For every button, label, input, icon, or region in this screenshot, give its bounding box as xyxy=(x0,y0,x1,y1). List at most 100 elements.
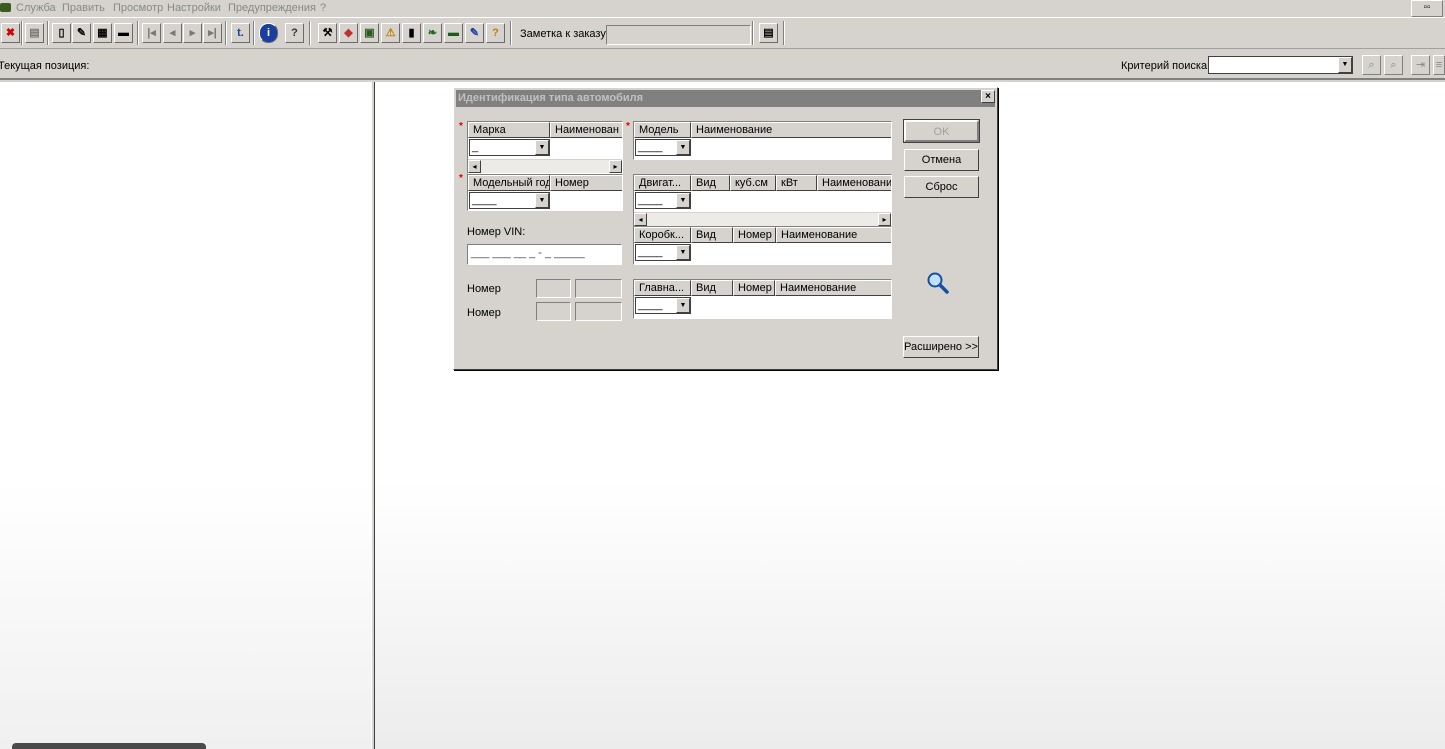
make-combo[interactable]: _ ▼ xyxy=(469,139,550,156)
search-clear-icon[interactable]: ⌕ xyxy=(1384,55,1403,75)
chevron-down-icon[interactable]: ▼ xyxy=(676,193,690,208)
search-filter-icon[interactable]: ⌕ xyxy=(1362,55,1381,75)
leaf-icon[interactable]: ❧ xyxy=(423,23,442,43)
expand-icon[interactable]: ⇥ xyxy=(1411,55,1430,75)
edit-vehicle-icon[interactable]: ✎ xyxy=(465,23,484,43)
grid-header[interactable]: Номер xyxy=(733,227,776,243)
gearbox-grid[interactable]: Коробк... Вид Номер Наименование ____ ▼ xyxy=(633,226,892,265)
grid-header[interactable]: Вид xyxy=(691,280,733,296)
vehicle-green-icon[interactable]: ▬ xyxy=(444,23,463,43)
app-icon xyxy=(0,3,11,12)
search-criteria-select[interactable]: ▼ xyxy=(1208,56,1353,74)
fuel-icon[interactable]: ▮ xyxy=(402,23,421,43)
tools-icon[interactable]: ⚒ xyxy=(318,23,337,43)
model-grid[interactable]: Модель Наименование ____ ▼ xyxy=(633,121,892,160)
chevron-down-icon[interactable]: ▼ xyxy=(1338,57,1352,73)
chevron-down-icon[interactable]: ▼ xyxy=(535,140,549,155)
more-icon[interactable]: ≡ xyxy=(1433,55,1445,75)
grid-header[interactable]: Номер xyxy=(550,175,622,191)
document-list-icon[interactable]: ▦ xyxy=(93,23,112,43)
model-year-combo[interactable]: ____ ▼ xyxy=(469,192,550,209)
grid-header[interactable]: Коробк... xyxy=(634,227,691,243)
order-note-edit-icon[interactable]: ▤ xyxy=(759,23,778,43)
axle-combo[interactable]: ____ ▼ xyxy=(635,297,691,314)
grid-header[interactable]: куб.см xyxy=(730,175,776,191)
vehicle-help-icon[interactable]: ? xyxy=(486,23,505,43)
window-restore-button[interactable]: ▫▫ xyxy=(1411,0,1443,17)
model-combo[interactable]: ____ ▼ xyxy=(635,139,691,156)
extended-button[interactable]: Расширено >> xyxy=(903,336,979,358)
axle-grid[interactable]: Главна... Вид Номер Наименование ____ ▼ xyxy=(633,279,892,319)
menu-view[interactable]: Просмотр xyxy=(113,2,163,14)
engine-combo-value: ____ xyxy=(638,194,663,206)
close-icon[interactable]: × xyxy=(981,90,995,103)
engine-grid[interactable]: Двигат... Вид куб.см кВт Наименование __… xyxy=(633,174,892,227)
chevron-down-icon[interactable]: ▼ xyxy=(535,193,549,208)
overlay-bar xyxy=(12,743,206,749)
grid-header[interactable]: Марка xyxy=(468,122,550,138)
scroll-right-icon[interactable]: ▸ xyxy=(878,213,891,226)
chevron-down-icon[interactable]: ▼ xyxy=(676,298,690,313)
grid-header[interactable]: Вид xyxy=(691,175,730,191)
scroll-left-icon[interactable]: ◂ xyxy=(634,213,647,226)
last-record-icon[interactable]: ▸| xyxy=(203,23,222,43)
cancel-button[interactable]: Отмена xyxy=(904,149,979,171)
ok-button[interactable]: OK xyxy=(903,119,980,143)
grid-header[interactable]: Наименование xyxy=(691,122,891,138)
prev-record-icon[interactable]: ◂ xyxy=(163,23,182,43)
grid-header[interactable]: Вид xyxy=(691,227,733,243)
model-combo-value: ____ xyxy=(638,141,663,153)
grid-header[interactable]: кВт xyxy=(776,175,817,191)
number-label-1: Номер xyxy=(467,283,501,295)
help-icon[interactable]: ? xyxy=(285,23,304,43)
toolbar-separator xyxy=(225,21,227,45)
scroll-left-icon[interactable]: ◂ xyxy=(468,160,481,173)
scroll-right-icon[interactable]: ▸ xyxy=(609,160,622,173)
engine-combo[interactable]: ____ ▼ xyxy=(635,192,691,209)
search-icon xyxy=(927,272,949,294)
current-position-label: Текущая позиция: xyxy=(0,60,90,72)
menu-warnings[interactable]: Предупреждения xyxy=(228,2,316,14)
first-record-icon[interactable]: |◂ xyxy=(142,23,161,43)
grid-header[interactable]: Модельный год xyxy=(468,175,550,191)
engine-grid-scrollbar[interactable]: ◂ ▸ xyxy=(634,212,891,226)
grid-header[interactable]: Наименование xyxy=(775,280,891,296)
t-icon[interactable]: t. xyxy=(231,23,250,43)
grid-header[interactable]: Наименование xyxy=(817,175,891,191)
make-grid-scrollbar[interactable]: ◂ ▸ xyxy=(468,159,622,173)
parts-icon[interactable]: ◆ xyxy=(339,23,358,43)
grid-header[interactable]: Наименован xyxy=(550,122,622,138)
grid-header[interactable]: Наименование xyxy=(776,227,891,243)
list-icon[interactable]: ▣ xyxy=(360,23,379,43)
vin-label: Номер VIN: xyxy=(467,226,526,238)
chevron-down-icon[interactable]: ▼ xyxy=(676,245,690,260)
grid-header[interactable]: Главна... xyxy=(634,280,691,296)
chevron-down-icon[interactable]: ▼ xyxy=(676,140,690,155)
order-note-field[interactable] xyxy=(606,25,751,45)
edit-document-icon[interactable]: ✎ xyxy=(72,23,91,43)
make-grid[interactable]: Марка Наименован _ ▼ ◂ ▸ xyxy=(467,121,623,174)
gearbox-combo[interactable]: ____ ▼ xyxy=(635,244,691,261)
vin-input[interactable]: ___ ___ __ _ - _ _____ xyxy=(467,244,622,265)
grid-header[interactable]: Модель xyxy=(634,122,691,138)
toolbar: ✖ ▤ ▯ ✎ ▦ ▬ |◂ ◂ ▸ ▸| t. i ? ⚒ ◆ ▣ ⚠ ▮ ❧… xyxy=(0,17,1445,49)
new-document-icon[interactable]: ▯ xyxy=(52,23,71,43)
warning-icon[interactable]: ⚠ xyxy=(381,23,400,43)
model-year-grid[interactable]: Модельный год Номер ____ ▼ xyxy=(467,174,623,211)
car-icon[interactable]: ▬ xyxy=(114,23,133,43)
position-search-bar: Текущая позиция: Критерий поиска: ▼ ⌕ ⌕ … xyxy=(0,50,1445,80)
exit-icon[interactable]: ✖ xyxy=(1,23,20,43)
grid-header[interactable]: Двигат... xyxy=(634,175,691,191)
reset-button[interactable]: Сброс xyxy=(904,176,979,198)
toolbar-separator xyxy=(752,21,754,45)
menu-settings[interactable]: Настройки xyxy=(167,2,221,14)
number-field-2b xyxy=(575,302,622,321)
print-icon[interactable]: ▤ xyxy=(25,23,44,43)
menu-service[interactable]: Служба xyxy=(16,2,56,14)
info-icon[interactable]: i xyxy=(259,23,278,43)
menu-help[interactable]: ? xyxy=(320,2,326,14)
menu-edit[interactable]: Править xyxy=(62,2,105,14)
grid-header[interactable]: Номер xyxy=(733,280,775,296)
next-record-icon[interactable]: ▸ xyxy=(183,23,202,43)
left-tree-pane[interactable] xyxy=(0,82,371,749)
